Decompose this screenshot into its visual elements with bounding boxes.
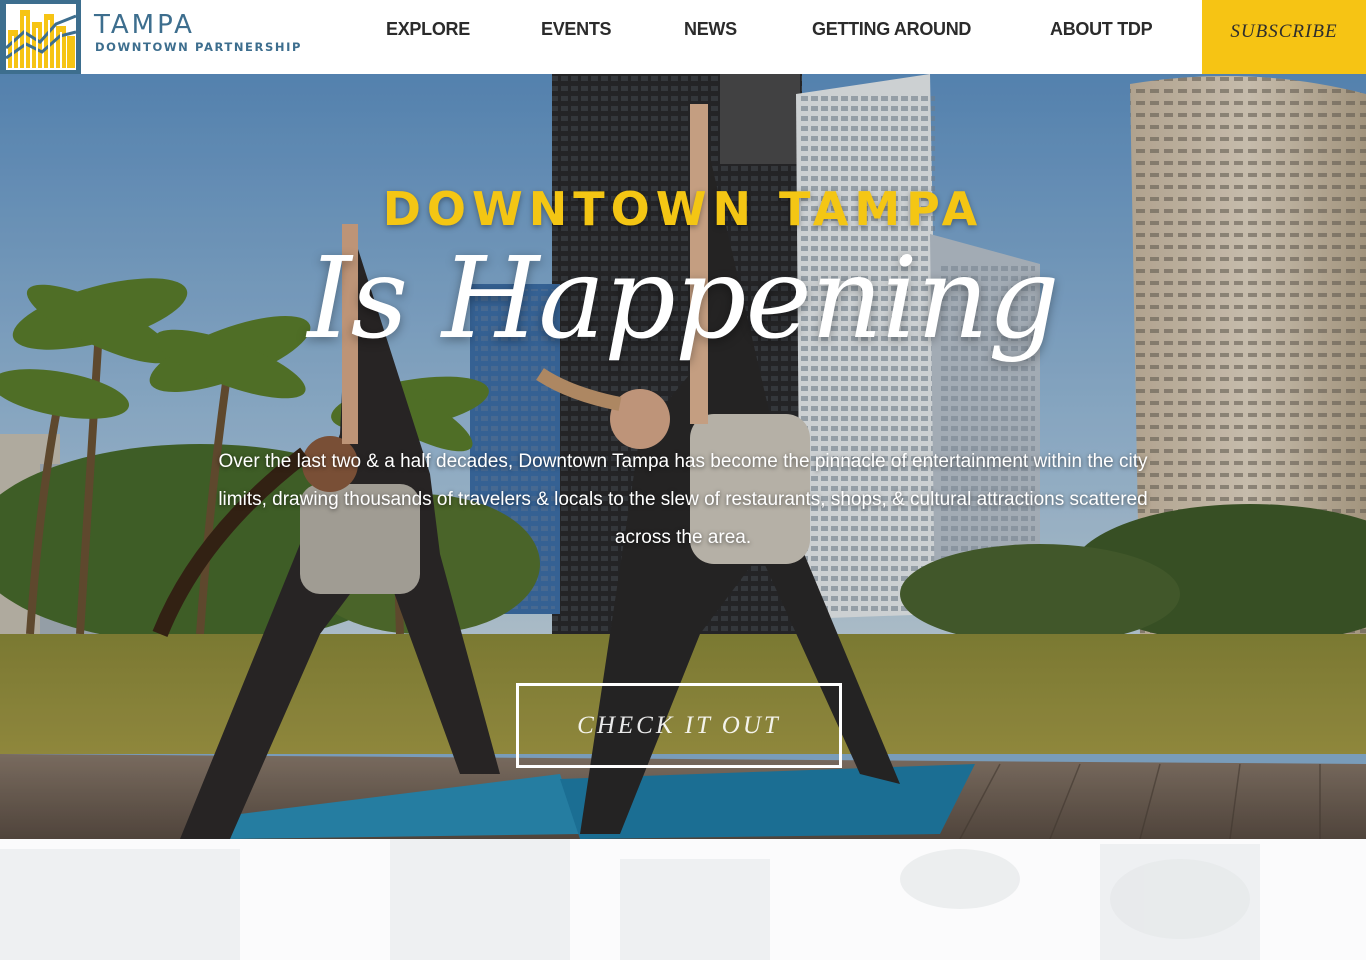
subscribe-button[interactable]: SUBSCRIBE	[1202, 0, 1366, 74]
brand-subtitle[interactable]: DOWNTOWN PARTNERSHIP	[95, 40, 302, 54]
tampa-skyline-logo-icon	[5, 4, 77, 70]
next-section-background	[0, 839, 1366, 960]
cta-label: CHECK IT OUT	[577, 712, 781, 739]
nav-item-getting-around[interactable]: GETTING AROUND	[812, 19, 971, 40]
site-header: TAMPA DOWNTOWN PARTNERSHIP EXPLORE EVENT…	[0, 0, 1366, 74]
faint-skyline-watermark	[0, 839, 1366, 960]
subscribe-label: SUBSCRIBE	[1230, 21, 1338, 42]
hero-section: DOWNTOWN TAMPA Is Happening Over the las…	[0, 74, 1366, 839]
hero-headline: Is Happening	[307, 234, 1059, 364]
hero-intro-text: Over the last two & a half decades, Down…	[218, 451, 1148, 548]
nav-item-explore[interactable]: EXPLORE	[386, 19, 470, 40]
nav-item-news[interactable]: NEWS	[684, 19, 737, 40]
check-it-out-button[interactable]: CHECK IT OUT	[516, 683, 842, 768]
hero-eyebrow: DOWNTOWN TAMPA	[382, 182, 984, 236]
nav-item-about-tdp[interactable]: ABOUT TDP	[1050, 19, 1153, 40]
logo-icon[interactable]	[0, 0, 81, 74]
brand-name[interactable]: TAMPA	[94, 10, 195, 40]
nav-item-events[interactable]: EVENTS	[541, 19, 612, 40]
